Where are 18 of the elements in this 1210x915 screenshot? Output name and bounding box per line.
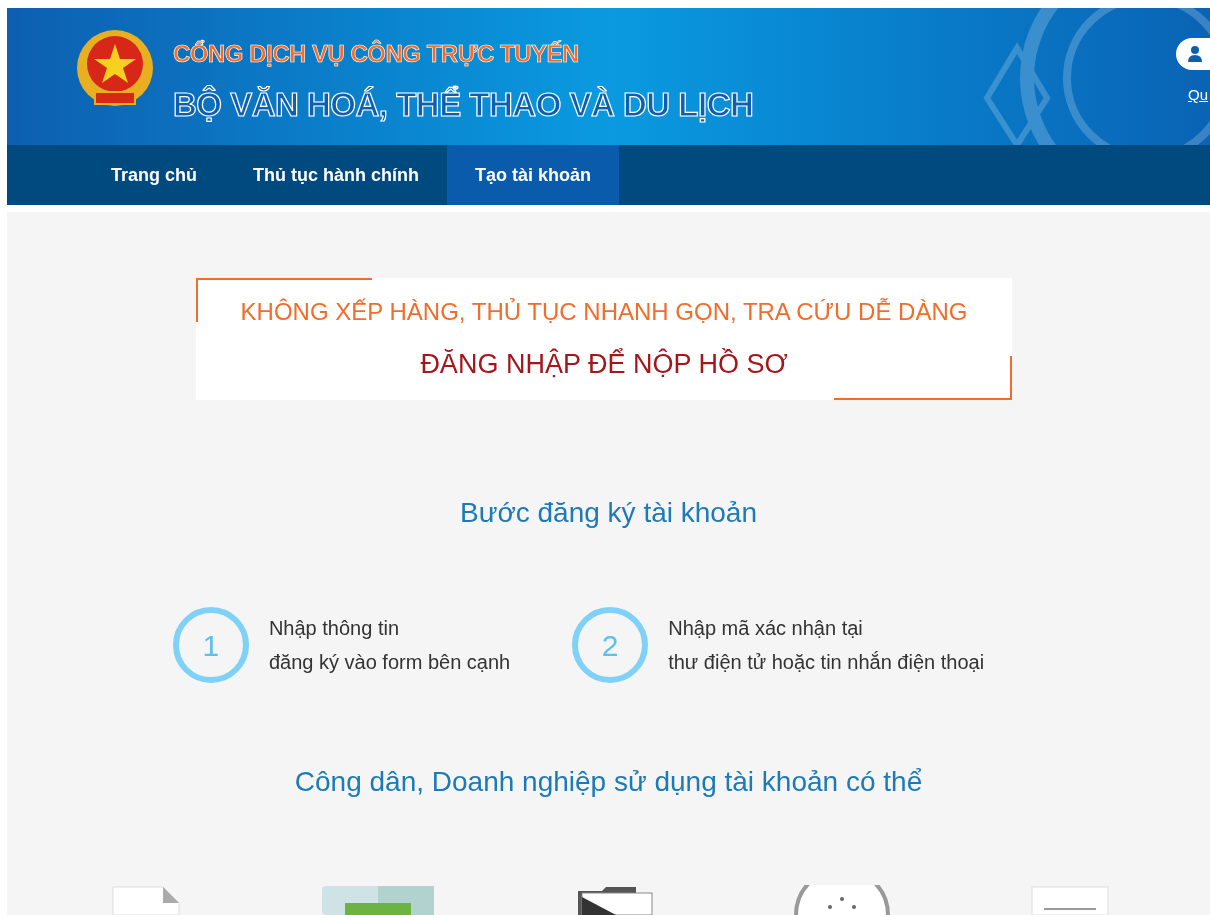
user-icon: [1188, 46, 1202, 62]
banner-headline: ĐĂNG NHẬP ĐỂ NỘP HỒ SƠ: [420, 347, 788, 381]
nav-tab[interactable]: Tạo tài khoản: [447, 145, 619, 205]
screen-icon: [321, 885, 436, 915]
step-number-badge: 2: [572, 607, 649, 683]
step-description: thư điện tử hoặc tin nhắn điện thoại: [668, 650, 985, 675]
step-description: đăng ký vào form bên cạnh: [268, 650, 511, 675]
nav-tab[interactable]: Trang chủ: [83, 145, 225, 205]
nav-tab[interactable]: Thủ tục hành chính: [225, 145, 447, 205]
step-description: Nhập thông tin: [268, 616, 401, 641]
section-heading: Công dân, Doanh nghiệp sử dụng tài khoản có thể: [294, 765, 923, 799]
step-number-badge: 1: [172, 607, 249, 683]
login-link[interactable]: Qu: [1188, 84, 1208, 107]
portal-subtitle: CỔNG DỊCH VỤ CÔNG TRỰC TUYẾN: [173, 39, 580, 69]
ministry-title: BỘ VĂN HOÁ, THỂ THAO VÀ DU LỊCH: [173, 84, 754, 125]
section-heading: Bước đăng ký tài khoản: [459, 496, 758, 530]
slogan-text: KHÔNG XẾP HÀNG, THỦ TỤC NHANH GỌN, TRA CỨU DỄ DÀNG: [240, 296, 968, 327]
step-description: Nhập mã xác nhận tại: [668, 616, 864, 641]
